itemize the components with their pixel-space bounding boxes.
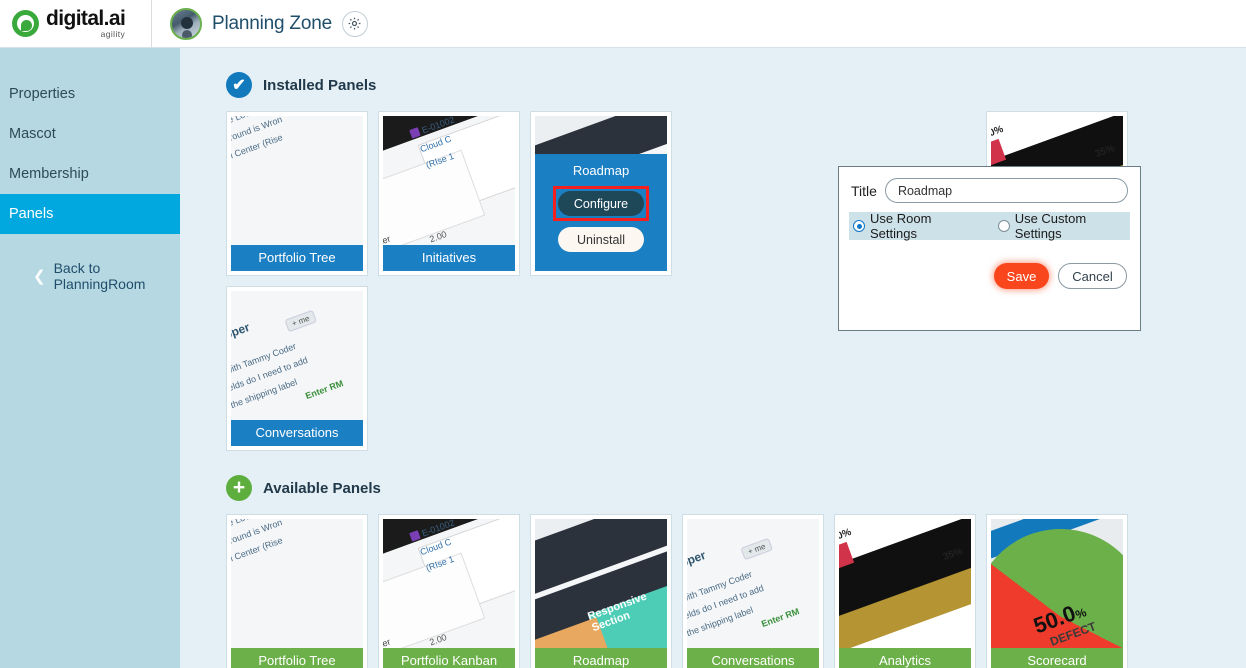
sidebar-item-label: Mascot	[9, 126, 56, 142]
available-panels-title: Available Panels	[263, 479, 381, 497]
sidebar-item-panels[interactable]: Panels	[0, 194, 180, 234]
radio-button-icon[interactable]	[853, 220, 865, 232]
sidebar-item-label: Membership	[9, 166, 89, 182]
page-title: Planning Zone	[212, 12, 332, 34]
title-field-label: Title	[851, 182, 877, 199]
radio-label: Use Custom Settings	[1014, 211, 1087, 241]
thumb-content: sation... veloper + me ago with Tammy Co…	[687, 519, 819, 668]
available-card-portfolio-tree[interactable]: X Maintenance User Experience Love Icon …	[226, 514, 368, 668]
panel-card-portfolio-tree[interactable]: X Maintenance User Experience Love Icon …	[226, 111, 368, 276]
gear-icon[interactable]	[341, 10, 368, 37]
panel-name-label: Roadmap	[572, 163, 630, 178]
panel-card-label: Conversations	[687, 648, 819, 668]
panel-card-label: Portfolio Kanban	[383, 648, 515, 668]
panel-thumbnail: X Maintenance User Experience Love Icon …	[231, 519, 363, 668]
thumb-line: Responsive Section	[586, 590, 649, 635]
thumb-line: Icon Background is Wron	[231, 116, 363, 162]
uninstall-button[interactable]: Uninstall	[558, 227, 644, 252]
panel-card-label: Portfolio Tree	[231, 648, 363, 668]
thumb-content: View ⌄ e App Team 2 Responsive Section t…	[535, 519, 667, 668]
panel-card-label: Portfolio Tree	[231, 245, 363, 271]
panel-thumbnail: val E-01002 Cloud C (RIse 1 Call Center …	[383, 519, 515, 668]
radio-label: Use Room Settings	[870, 211, 932, 241]
panel-card-label: Initiatives	[383, 245, 515, 271]
installed-panels-header: ✔ Installed Panels	[226, 72, 1246, 98]
panel-thumbnail: sation... veloper + me ago with Tammy Co…	[687, 519, 819, 668]
zone-header: Planning Zone	[152, 7, 368, 40]
dialog-actions: Save Cancel	[994, 263, 1127, 289]
radio-button-icon[interactable]	[997, 220, 1010, 232]
thumb-content: val E-01002 Cloud C (RIse 1 Call Center …	[383, 519, 515, 668]
sidebar: Properties Mascot Membership Panels ❮ Ba…	[0, 48, 180, 668]
panel-thumbnail: 0% 35%	[839, 519, 971, 668]
available-card-portfolio-kanban[interactable]: val E-01002 Cloud C (RIse 1 Call Center …	[378, 514, 520, 668]
panel-card-roadmap-configuring[interactable]: View ⌄ e App Team 2 Roadmap Configure Un…	[530, 111, 672, 276]
configure-button-highlight: Configure	[553, 186, 649, 221]
available-card-conversations[interactable]: sation... veloper + me ago with Tammy Co…	[682, 514, 824, 668]
check-circle-icon: ✔	[226, 72, 252, 98]
thumb-line: e App	[535, 519, 667, 564]
title-input[interactable]	[884, 178, 1128, 203]
cancel-button[interactable]: Cancel	[1058, 263, 1127, 289]
available-panels-grid: X Maintenance User Experience Love Icon …	[226, 514, 1246, 668]
sidebar-item-membership[interactable]: Membership	[0, 154, 180, 194]
panel-card-label: Scorecard	[991, 648, 1123, 668]
brand-logo[interactable]: digital.ai agility	[0, 0, 152, 48]
thumb-content: X Maintenance User Experience Love Icon …	[231, 519, 363, 668]
sidebar-item-label: Panels	[9, 206, 54, 222]
brand-text: digital.ai agility	[46, 7, 126, 40]
sidebar-item-mascot[interactable]: Mascot	[0, 114, 180, 154]
panel-card-conversations[interactable]: sation... veloper + me ago with Tammy Co…	[226, 286, 368, 451]
installed-panels-title: Installed Panels	[263, 76, 377, 94]
panel-card-initiatives[interactable]: val E-01002 Cloud C (RIse 1 Call Center …	[378, 111, 520, 276]
plus-circle-icon: +	[226, 475, 252, 501]
radio-use-room-settings[interactable]: Use Room Settings	[853, 211, 976, 241]
configure-panel-dialog: Title Use Room Settings Use Custom Setti…	[838, 166, 1141, 331]
available-card-analytics[interactable]: 0% 35% Analytics	[834, 514, 976, 668]
panel-card-label: Roadmap	[535, 648, 667, 668]
brand-subtitle: agility	[100, 29, 126, 40]
main-content: ✔ Installed Panels X Maintenance User Ex…	[180, 48, 1246, 668]
radio-use-custom-settings[interactable]: Use Custom Settings	[997, 211, 1130, 241]
back-to-planningroom-link[interactable]: ❮ Back to PlanningRoom	[0, 260, 180, 292]
brand-name: digital.ai	[46, 7, 126, 31]
chevron-left-icon: ❮	[33, 267, 46, 285]
top-header: digital.ai agility Planning Zone	[0, 0, 1246, 48]
sidebar-item-label: Properties	[9, 86, 76, 102]
thumb-line: Icon Background is Wron	[231, 519, 363, 565]
save-button[interactable]: Save	[994, 263, 1049, 289]
avatar[interactable]	[170, 7, 202, 40]
configure-button[interactable]: Configure	[558, 191, 644, 216]
roadmap-config-overlay: Roadmap Configure Uninstall	[535, 154, 667, 271]
available-card-roadmap[interactable]: View ⌄ e App Team 2 Responsive Section t…	[530, 514, 672, 668]
panel-card-label: Conversations	[231, 420, 363, 446]
digitalai-logo-icon	[12, 10, 39, 37]
settings-radio-group: Use Room Settings Use Custom Settings	[849, 211, 1130, 241]
panel-card-label: Analytics	[839, 648, 971, 668]
available-panels-header: + Available Panels	[226, 475, 1246, 501]
panel-thumbnail: View ⌄ e App Team 2 Responsive Section t…	[535, 519, 667, 668]
back-link-label: Back to PlanningRoom	[53, 260, 146, 292]
sidebar-item-properties[interactable]: Properties	[0, 74, 180, 114]
dialog-title-row: Title	[839, 167, 1140, 203]
panel-thumbnail: 50.0% DEFECT	[991, 519, 1123, 668]
available-card-scorecard[interactable]: 50.0% DEFECT Scorecard	[986, 514, 1128, 668]
